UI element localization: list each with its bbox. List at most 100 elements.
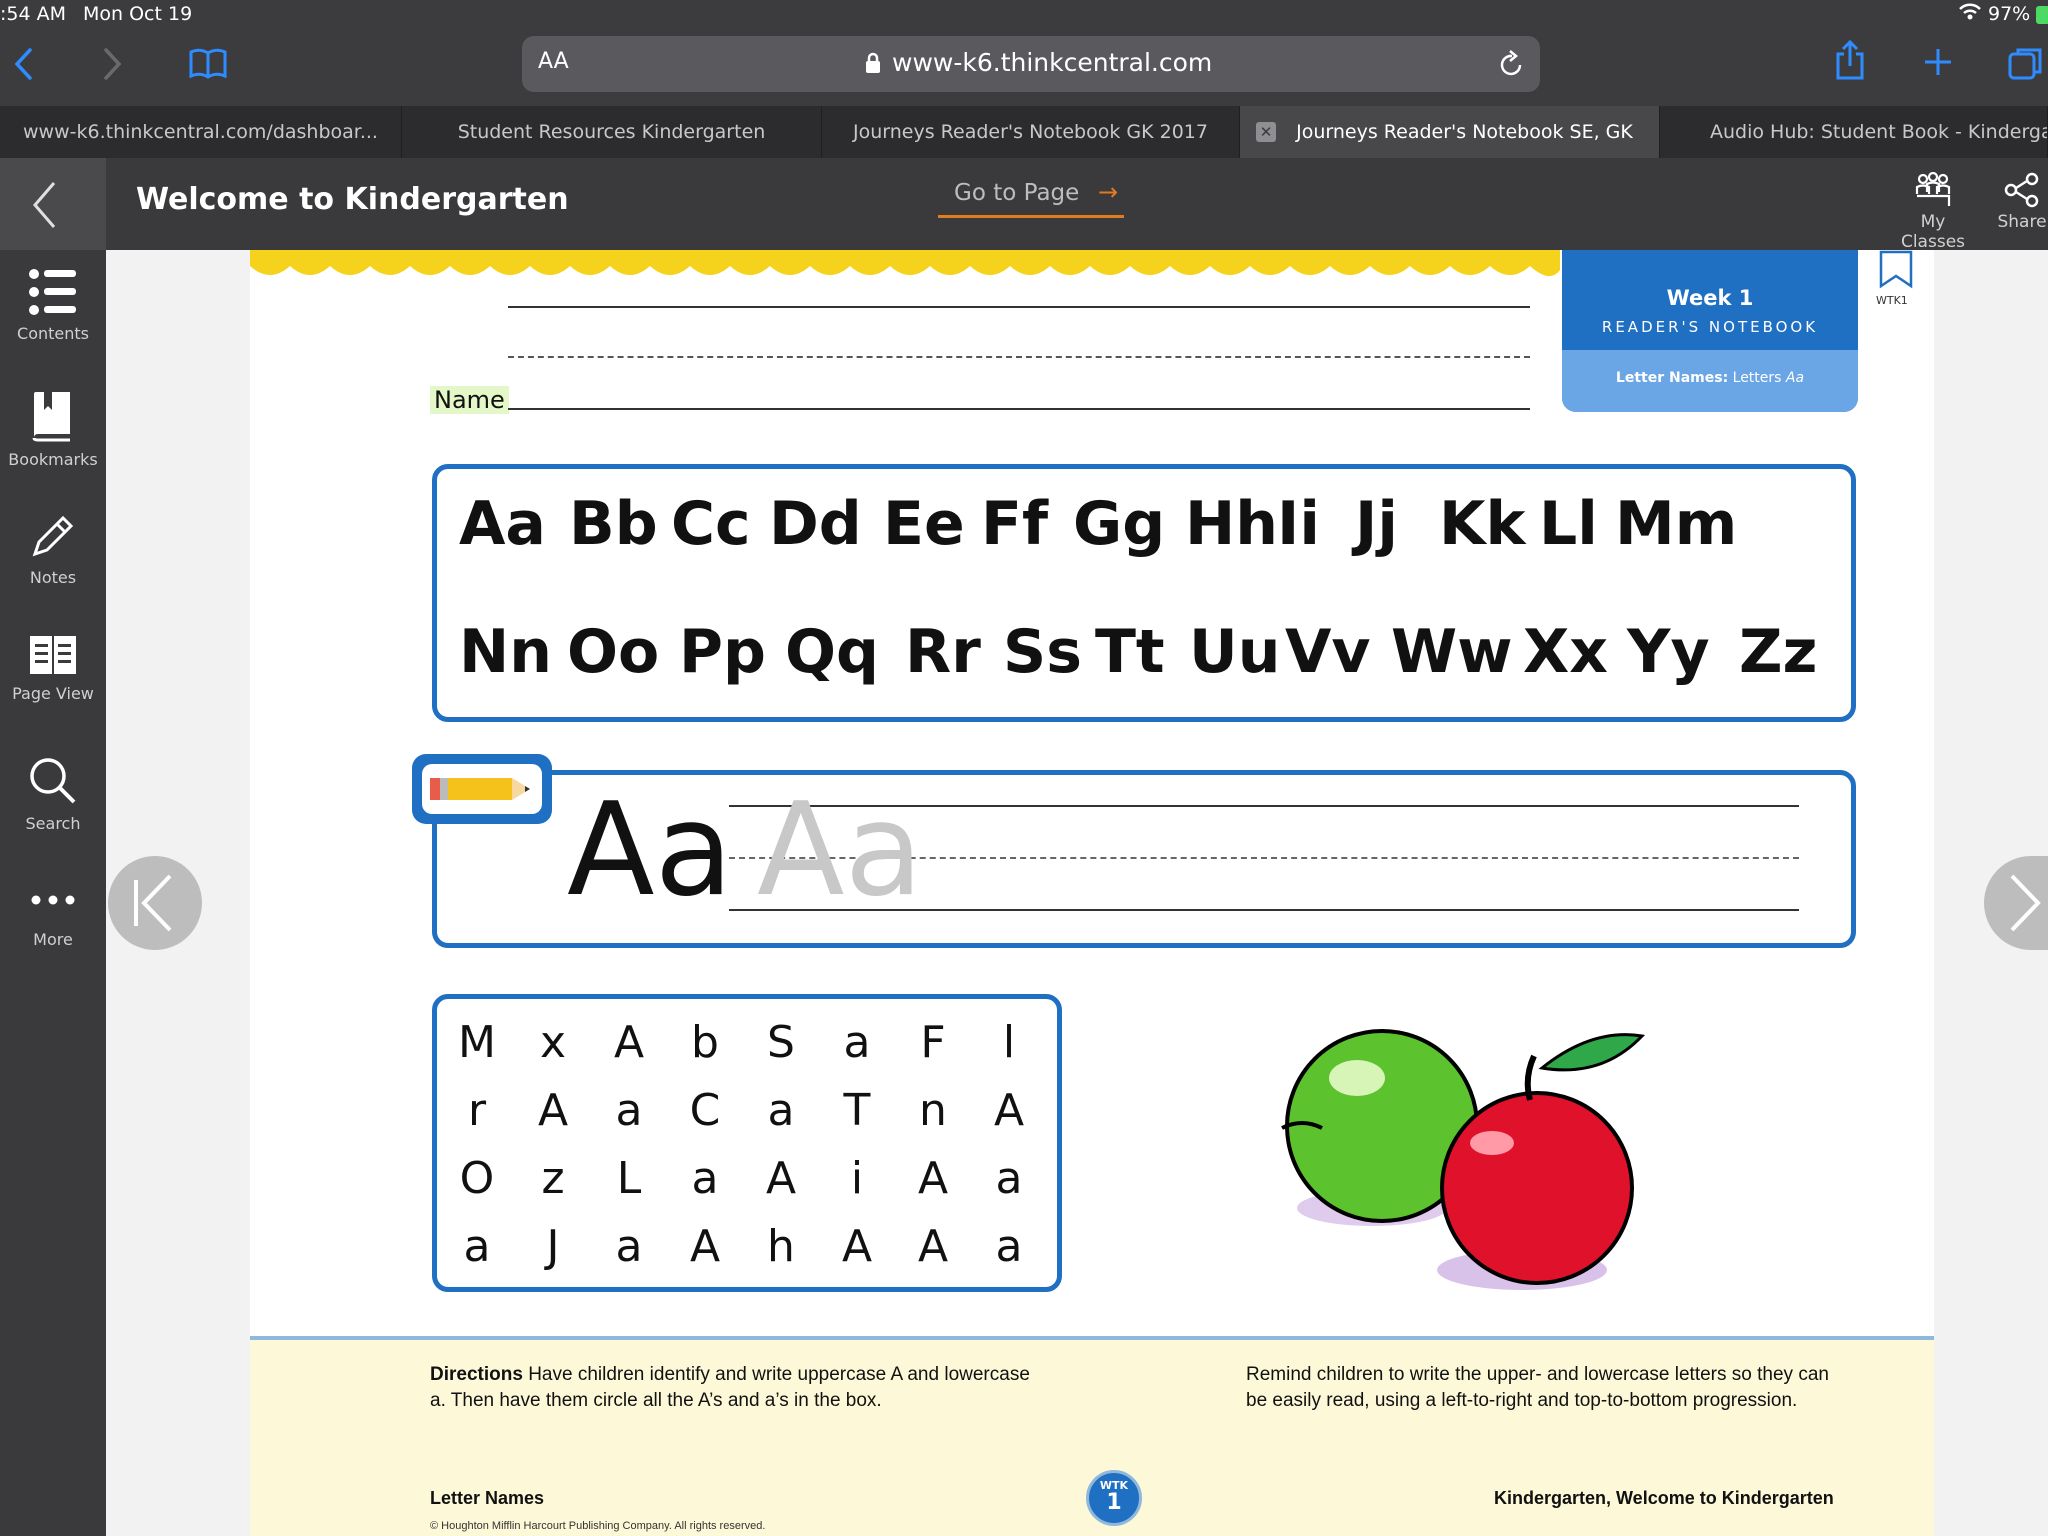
name-label: Name: [430, 386, 509, 414]
letter-hunt-cell[interactable]: l: [979, 1017, 1039, 1068]
pencil-icon: [422, 764, 542, 814]
status-date: Mon Oct 19: [83, 3, 193, 25]
previous-page-button[interactable]: [108, 856, 202, 950]
letter-hunt-cell[interactable]: z: [523, 1153, 583, 1204]
letter-hunt-cell[interactable]: F: [903, 1017, 963, 1068]
letter-hunt-cell[interactable]: S: [751, 1017, 811, 1068]
battery-icon: [2036, 6, 2048, 24]
letter-hunt-cell[interactable]: C: [675, 1085, 735, 1136]
tab-audio-hub[interactable]: Audio Hub: Student Book - Kinderga...: [1660, 106, 2048, 158]
letter-hunt-cell[interactable]: a: [599, 1221, 659, 1272]
name-line-bottom[interactable]: [508, 408, 1530, 410]
reader-bookmarks-icon[interactable]: [188, 48, 228, 84]
back-icon[interactable]: [10, 46, 40, 86]
week-label: Week 1: [1666, 286, 1754, 310]
alphabet-letter-pair: Aa: [459, 489, 546, 559]
letter-hunt-cell[interactable]: A: [979, 1085, 1039, 1136]
bookmark-book-icon: [32, 392, 70, 442]
notebook-label: READER'S NOTEBOOK: [1601, 318, 1819, 336]
letter-hunt-box: MxAbSaFlrAaCaTnAOzLaAiAaaJaAhAAa: [432, 994, 1062, 1292]
app-header: Welcome to Kindergarten Go to Page → My …: [0, 158, 2048, 252]
letter-hunt-cell[interactable]: a: [599, 1085, 659, 1136]
tabs-overview-icon[interactable]: [2006, 44, 2046, 88]
tab-readers-notebook-se[interactable]: ✕ Journeys Reader's Notebook SE, GK: [1240, 106, 1660, 158]
letter-hunt-cell[interactable]: a: [751, 1085, 811, 1136]
go-to-page-button[interactable]: Go to Page →: [938, 172, 1124, 218]
alphabet-letter-pair: Vv: [1285, 617, 1371, 687]
letter-hunt-cell[interactable]: a: [447, 1221, 507, 1272]
letter-hunt-cell[interactable]: A: [675, 1221, 735, 1272]
header-back-button[interactable]: [0, 158, 106, 250]
text-size-button[interactable]: AA: [538, 49, 569, 74]
tab-label: www-k6.thinkcentral.com/dashboar...: [23, 121, 378, 143]
tab-label: Journeys Reader's Notebook GK 2017: [853, 121, 1208, 143]
search-icon: [30, 758, 76, 804]
tab-dashboard[interactable]: www-k6.thinkcentral.com/dashboar...: [0, 106, 402, 158]
alphabet-letter-pair: Oo: [567, 617, 660, 687]
letter-hunt-cell[interactable]: A: [599, 1017, 659, 1068]
letter-hunt-cell[interactable]: A: [903, 1221, 963, 1272]
alphabet-letter-pair: Qq: [785, 617, 879, 687]
address-field[interactable]: AA www-k6.thinkcentral.com: [522, 36, 1540, 92]
forward-icon[interactable]: [96, 46, 126, 86]
my-classes-button[interactable]: My Classes: [1888, 171, 1978, 252]
share-label: Share: [1997, 212, 2047, 232]
sidebar-item-page-view[interactable]: Page View: [0, 616, 106, 736]
pencil-badge: [412, 754, 552, 824]
alphabet-letter-pair: Ss: [1003, 617, 1082, 687]
page-bookmark-icon[interactable]: [1878, 250, 1914, 290]
letter-hunt-cell[interactable]: n: [903, 1085, 963, 1136]
tab-student-resources[interactable]: Student Resources Kindergarten: [402, 106, 822, 158]
tab-label: Journeys Reader's Notebook SE, GK: [1296, 121, 1633, 143]
lock-icon: [864, 51, 882, 79]
tab-label: Audio Hub: Student Book - Kinderga...: [1710, 121, 2048, 143]
subtitle-italic: Aa: [1785, 370, 1805, 386]
remind-text: Remind children to write the upper- and …: [1246, 1364, 1829, 1411]
letter-hunt-cell[interactable]: a: [827, 1017, 887, 1068]
sidebar-item-contents[interactable]: Contents: [0, 250, 106, 370]
page-view-icon: [30, 636, 76, 674]
letter-hunt-cell[interactable]: a: [979, 1153, 1039, 1204]
letter-hunt-cell[interactable]: r: [447, 1085, 507, 1136]
status-time: :54 AM: [0, 3, 67, 25]
apples-illustration: [1281, 1029, 1646, 1290]
letter-hunt-cell[interactable]: i: [827, 1153, 887, 1204]
sidebar-item-bookmarks[interactable]: Bookmarks: [0, 372, 106, 492]
practice-trace-letter: Aa: [757, 776, 923, 925]
letter-hunt-cell[interactable]: J: [523, 1221, 583, 1272]
share-button[interactable]: Share: [1996, 172, 2048, 242]
letter-hunt-cell[interactable]: A: [827, 1221, 887, 1272]
decorative-border: [250, 250, 1560, 277]
letter-hunt-cell[interactable]: A: [523, 1085, 583, 1136]
letter-hunt-cell[interactable]: a: [675, 1153, 735, 1204]
tab-readers-notebook-2017[interactable]: Journeys Reader's Notebook GK 2017: [822, 106, 1240, 158]
alphabet-letter-pair: Ww: [1391, 617, 1513, 687]
alphabet-letter-pair: Ii: [1277, 489, 1320, 559]
pencil-icon: [32, 515, 74, 557]
letter-hunt-cell[interactable]: a: [979, 1221, 1039, 1272]
go-to-page-label: Go to Page: [954, 180, 1080, 206]
sidebar-item-notes[interactable]: Notes: [0, 494, 106, 614]
sidebar-item-more[interactable]: More: [0, 860, 106, 980]
letter-hunt-cell[interactable]: h: [751, 1221, 811, 1272]
alphabet-letter-pair: Dd: [769, 489, 862, 559]
letter-hunt-cell[interactable]: b: [675, 1017, 735, 1068]
new-tab-icon[interactable]: [1922, 46, 1954, 82]
letter-hunt-cell[interactable]: A: [903, 1153, 963, 1204]
letter-hunt-cell[interactable]: T: [827, 1085, 887, 1136]
alphabet-letter-pair: Jj: [1355, 489, 1398, 559]
close-tab-icon[interactable]: ✕: [1256, 122, 1276, 142]
letter-hunt-cell[interactable]: L: [599, 1153, 659, 1204]
next-page-button[interactable]: [1984, 856, 2048, 950]
letter-hunt-cell[interactable]: O: [447, 1153, 507, 1204]
letter-hunt-cell[interactable]: A: [751, 1153, 811, 1204]
letter-hunt-cell[interactable]: M: [447, 1017, 507, 1068]
sidebar-item-search[interactable]: Search: [0, 738, 106, 858]
share-sheet-icon[interactable]: [1834, 39, 1866, 86]
letter-hunt-cell[interactable]: x: [523, 1017, 583, 1068]
battery-percent: 97%: [1988, 3, 2031, 25]
tab-strip: www-k6.thinkcentral.com/dashboar... Stud…: [0, 106, 2048, 158]
wifi-icon: [1958, 2, 1982, 27]
sidebar-item-label: Contents: [17, 324, 89, 343]
reload-icon[interactable]: [1498, 49, 1526, 83]
